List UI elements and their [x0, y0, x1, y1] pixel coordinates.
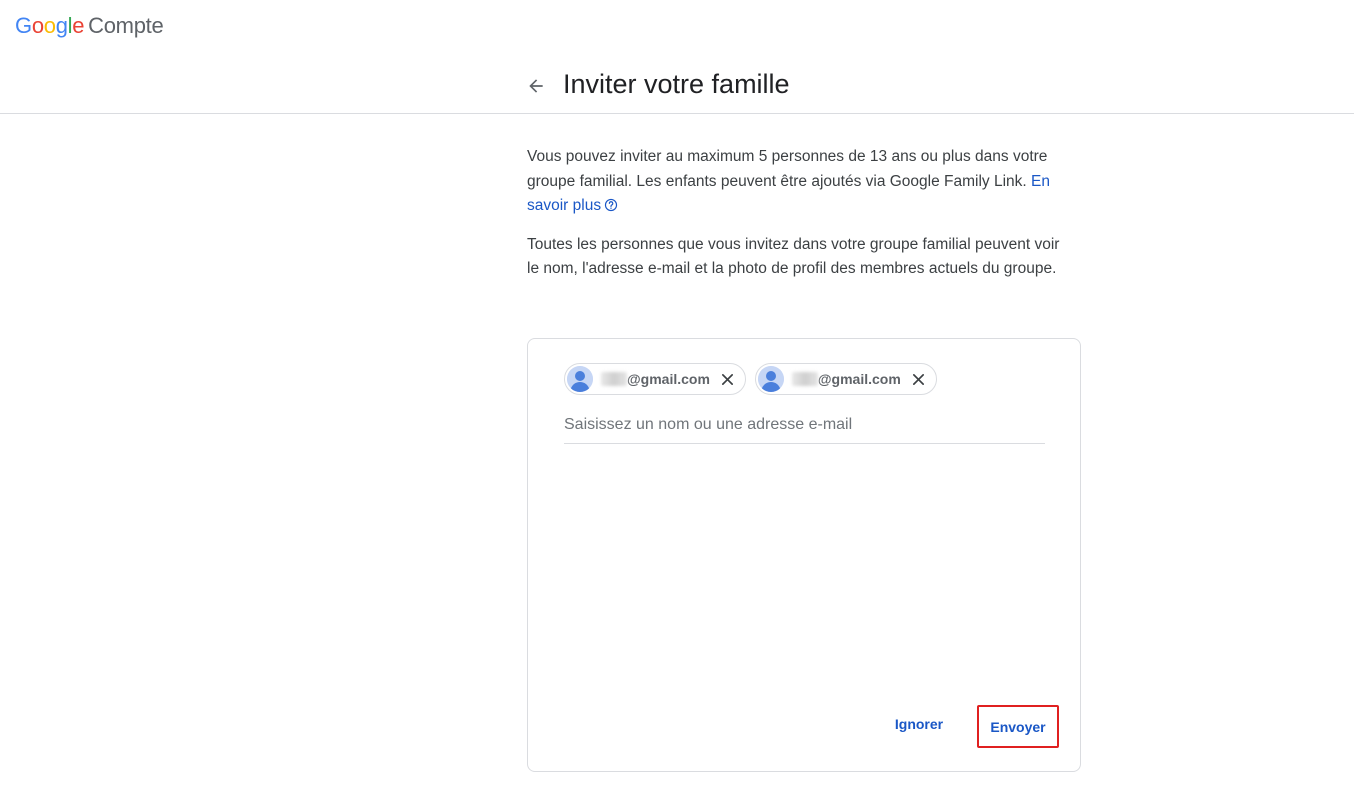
recipient-email: @gmail.com	[817, 371, 901, 387]
ignore-button[interactable]: Ignorer	[884, 708, 954, 740]
redacted-name	[601, 372, 627, 386]
back-button[interactable]	[522, 72, 550, 100]
invite-card: @gmail.com @gmail.com Ignorer Envoyer	[527, 338, 1081, 772]
arrow-left-icon	[529, 79, 543, 93]
close-icon[interactable]	[908, 368, 930, 390]
intro-paragraph: Vous pouvez inviter au maximum 5 personn…	[527, 145, 1072, 219]
recipient-chip[interactable]: @gmail.com	[564, 363, 746, 395]
logo-letter: o	[43, 13, 56, 38]
description-section: Vous pouvez inviter au maximum 5 personn…	[527, 145, 1072, 296]
logo-letter: g	[55, 13, 68, 38]
google-account-logo[interactable]: Google Compte	[15, 13, 164, 39]
top-bar: Google Compte	[0, 0, 1354, 52]
help-circle-icon	[604, 198, 618, 212]
redacted-name	[791, 372, 818, 386]
recipient-chips: @gmail.com @gmail.com	[564, 363, 937, 395]
recipient-search-input[interactable]	[564, 407, 1045, 444]
product-name: Compte	[88, 13, 164, 38]
recipient-email: @gmail.com	[627, 371, 710, 387]
visibility-paragraph: Toutes les personnes que vous invitez da…	[527, 235, 1060, 278]
close-icon[interactable]	[717, 368, 739, 390]
intro-text: Vous pouvez inviter au maximum 5 personn…	[527, 148, 1048, 190]
logo-letter: o	[31, 13, 44, 38]
page-header: Inviter votre famille	[0, 52, 1354, 114]
send-button[interactable]: Envoyer	[977, 705, 1059, 748]
person-icon	[757, 366, 784, 392]
person-icon	[567, 366, 593, 392]
recipient-chip[interactable]: @gmail.com	[754, 363, 937, 395]
logo-letter: G	[15, 13, 32, 38]
logo-letter: e	[72, 13, 85, 38]
page-title: Inviter votre famille	[563, 69, 790, 99]
